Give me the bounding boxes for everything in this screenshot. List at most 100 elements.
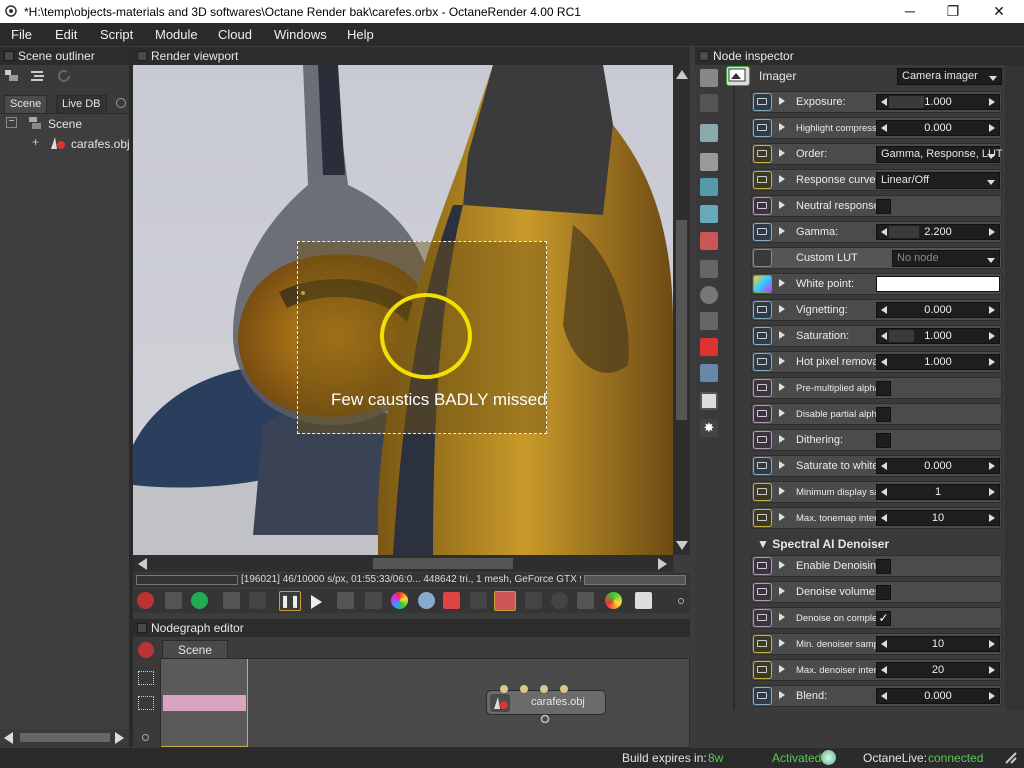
param-spinner[interactable]: 10 (876, 510, 1000, 526)
param-spinner[interactable]: 1.000 (876, 328, 1000, 344)
bool-pin-icon[interactable] (753, 557, 772, 575)
tree-item-scene[interactable]: Scene (48, 117, 82, 131)
rgb-color-pin-icon[interactable] (753, 275, 772, 293)
node-pins[interactable] (496, 683, 576, 723)
focus-picker-icon[interactable] (470, 592, 487, 609)
expand-arrow-icon[interactable] (779, 227, 785, 235)
decrement-arrow-icon[interactable] (881, 666, 887, 674)
float-pin-icon[interactable] (753, 119, 772, 137)
bool-pin-icon[interactable] (753, 197, 772, 215)
maximize-button[interactable]: ❐ (930, 0, 976, 23)
menu-help[interactable]: Help (347, 27, 374, 42)
render-passes-icon[interactable] (700, 364, 718, 382)
spectral-denoiser-section-header[interactable]: ▼ Spectral AI Denoiser (757, 537, 889, 551)
param-checkbox[interactable] (876, 381, 891, 396)
viewport-horizontal-scrollbar[interactable] (133, 555, 673, 572)
param-checkbox[interactable] (876, 407, 891, 422)
af-icon[interactable] (365, 592, 382, 609)
inspector-layout-icon[interactable] (700, 69, 718, 87)
expand-arrow-icon[interactable] (779, 461, 785, 469)
visible-environment-icon[interactable] (700, 205, 718, 223)
bool-pin-icon[interactable] (753, 609, 772, 627)
enum-pin-icon[interactable] (753, 661, 772, 679)
param-spinner[interactable]: 1.000 (876, 354, 1000, 370)
increment-arrow-icon[interactable] (989, 462, 995, 470)
expand-arrow-icon[interactable] (779, 639, 785, 647)
toolbar-settings-icon[interactable] (678, 598, 684, 604)
expand-arrow-icon[interactable] (779, 305, 785, 313)
float-pin-icon[interactable] (753, 457, 772, 475)
speed-gauge-icon[interactable] (605, 592, 622, 609)
param-checkbox[interactable] (876, 585, 891, 600)
param-checkbox[interactable] (876, 433, 891, 448)
param-spinner[interactable]: 0.000 (876, 458, 1000, 474)
expand-arrow-icon[interactable] (779, 123, 785, 131)
play-button[interactable] (311, 595, 322, 609)
inspector-scrollbar[interactable] (1005, 65, 1024, 710)
param-checkbox[interactable] (876, 559, 891, 574)
save-image-icon[interactable] (635, 592, 652, 609)
param-spinner[interactable]: 2.200 (876, 224, 1000, 240)
bool-pin-icon[interactable] (753, 583, 772, 601)
param-spinner[interactable]: 1 (876, 484, 1000, 500)
increment-arrow-icon[interactable] (989, 488, 995, 496)
expand-arrow-icon[interactable] (779, 201, 785, 209)
camera-settings-icon[interactable] (700, 153, 718, 171)
increment-arrow-icon[interactable] (989, 640, 995, 648)
param-dropdown[interactable]: No node (892, 250, 1000, 267)
param-spinner[interactable]: 20 (876, 662, 1000, 678)
film-settings-icon[interactable] (700, 260, 718, 278)
scroll-right-icon[interactable] (658, 558, 667, 570)
expand-arrow-icon[interactable] (779, 149, 785, 157)
material-picker-icon[interactable] (418, 592, 435, 609)
decrement-arrow-icon[interactable] (881, 462, 887, 470)
scroll-down-icon[interactable] (676, 541, 688, 550)
param-spinner[interactable]: 0.000 (876, 302, 1000, 318)
geometry-icon[interactable] (700, 232, 718, 250)
nodegraph-minimap[interactable] (161, 659, 248, 747)
float-pin-icon[interactable] (753, 687, 772, 705)
nodegraph-canvas[interactable]: carafes.obj (160, 658, 690, 748)
outliner-list-icon[interactable] (30, 69, 46, 83)
menu-edit[interactable]: Edit (55, 27, 77, 42)
imager-icon[interactable] (700, 392, 718, 410)
refresh-icon[interactable] (57, 69, 73, 83)
decrement-arrow-icon[interactable] (881, 514, 887, 522)
viewport-vertical-scrollbar[interactable] (673, 65, 690, 555)
increment-arrow-icon[interactable] (989, 332, 995, 340)
expand-arrow-icon[interactable] (779, 587, 785, 595)
camera-icon[interactable] (551, 592, 568, 609)
nodegraph-reset-icon[interactable] (138, 642, 154, 658)
render-viewport[interactable]: Few caustics BADLY missed (133, 65, 673, 555)
enum-pin-icon[interactable] (753, 635, 772, 653)
decrement-arrow-icon[interactable] (881, 98, 887, 106)
expand-arrow-icon[interactable] (779, 357, 785, 365)
expand-arrow-icon[interactable] (779, 513, 785, 521)
postprocess-icon[interactable]: ✸ (700, 419, 718, 437)
expand-arrow-icon[interactable] (779, 487, 785, 495)
render-target-icon[interactable] (700, 124, 718, 142)
expand-arrow-icon[interactable] (779, 691, 785, 699)
increment-arrow-icon[interactable] (989, 666, 995, 674)
expand-arrow-icon[interactable] (779, 331, 785, 339)
nodegraph-settings-icon[interactable] (142, 734, 149, 741)
increment-arrow-icon[interactable] (989, 514, 995, 522)
restart-icon[interactable] (249, 592, 266, 609)
inspector-list-icon[interactable] (700, 94, 718, 112)
tree-item-carafes[interactable]: carafes.obj (71, 137, 130, 151)
param-dropdown[interactable]: Gamma, Response, LUT (876, 146, 1003, 163)
param-spinner[interactable]: 0.000 (876, 688, 1000, 704)
lut-pin-icon[interactable] (753, 249, 772, 267)
tree-expander-carafes[interactable]: + (30, 136, 41, 148)
expand-arrow-icon[interactable] (779, 435, 785, 443)
decrement-arrow-icon[interactable] (881, 488, 887, 496)
close-button[interactable]: ✕ (976, 0, 1022, 23)
enum-pin-icon[interactable] (753, 171, 772, 189)
float-pin-icon[interactable] (753, 353, 772, 371)
outliner-scroll-right-icon[interactable] (115, 732, 124, 744)
bool-pin-icon[interactable] (753, 405, 772, 423)
decrement-arrow-icon[interactable] (881, 332, 887, 340)
object-picker-icon[interactable] (443, 592, 460, 609)
color-picker-icon[interactable] (391, 592, 408, 609)
globe-icon[interactable] (821, 750, 836, 765)
